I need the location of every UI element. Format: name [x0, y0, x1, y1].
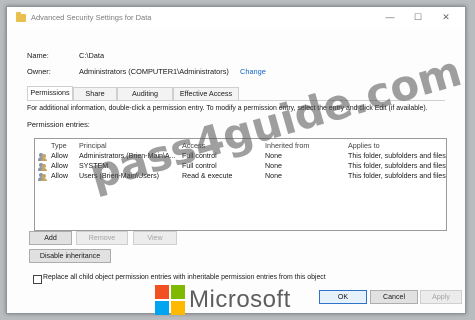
user-group-icon — [38, 173, 47, 181]
logo-square — [171, 301, 185, 315]
entry-inherited: None — [265, 172, 282, 180]
microsoft-logo — [155, 285, 185, 315]
folder-icon — [16, 12, 26, 22]
logo-square — [155, 301, 169, 315]
logo-square — [155, 285, 169, 299]
name-label: Name: — [27, 51, 49, 60]
tab-permissions[interactable]: Permissions — [27, 86, 73, 101]
entry-access: Read & execute — [182, 172, 233, 180]
title-bar: Advanced Security Settings for Data — ☐ … — [7, 7, 465, 29]
window-title: Advanced Security Settings for Data — [31, 13, 152, 22]
entry-type: Allow — [51, 152, 68, 160]
entry-inherited: None — [265, 152, 282, 160]
disable-inheritance-button[interactable]: Disable inheritance — [29, 249, 111, 263]
entry-applies: This folder, subfolders and files — [348, 162, 446, 170]
close-icon[interactable]: ✕ — [433, 10, 459, 25]
name-value: C:\Data — [79, 51, 105, 60]
tab-auditing[interactable]: Auditing — [117, 87, 173, 100]
user-group-icon — [38, 153, 47, 161]
replace-child-permissions-checkbox[interactable] — [33, 275, 42, 284]
remove-button[interactable]: Remove — [76, 231, 128, 245]
maximize-icon[interactable]: ☐ — [405, 10, 431, 25]
microsoft-wordmark: Microsoft — [189, 286, 291, 313]
owner-label: Owner: — [27, 67, 51, 76]
security-settings-dialog: Advanced Security Settings for Data — ☐ … — [6, 6, 466, 314]
tab-share[interactable]: Share — [73, 87, 117, 100]
apply-button[interactable]: Apply — [420, 290, 462, 304]
replace-child-permissions-label: Replace all child object permission entr… — [43, 274, 326, 281]
column-header-applies[interactable]: Applies to — [348, 141, 380, 150]
user-group-icon — [38, 163, 47, 171]
ok-button[interactable]: OK — [319, 290, 367, 304]
entry-type: Allow — [51, 162, 68, 170]
entry-applies: This folder, subfolders and files — [348, 172, 446, 180]
change-owner-link[interactable]: Change — [240, 67, 266, 76]
entry-inherited: None — [265, 162, 282, 170]
minimize-icon[interactable]: — — [377, 10, 403, 25]
entry-type: Allow — [51, 172, 68, 180]
tab-effective-access[interactable]: Effective Access — [173, 87, 239, 100]
view-button[interactable]: View — [133, 231, 177, 245]
column-header-type[interactable]: Type — [51, 141, 67, 150]
entry-applies: This folder, subfolders and files — [348, 152, 446, 160]
cancel-button[interactable]: Cancel — [370, 290, 418, 304]
logo-square — [171, 285, 185, 299]
owner-value: Administrators (COMPUTER1\Administrators… — [79, 67, 229, 76]
entries-label: Permission entries: — [27, 120, 90, 129]
add-button[interactable]: Add — [29, 231, 72, 245]
